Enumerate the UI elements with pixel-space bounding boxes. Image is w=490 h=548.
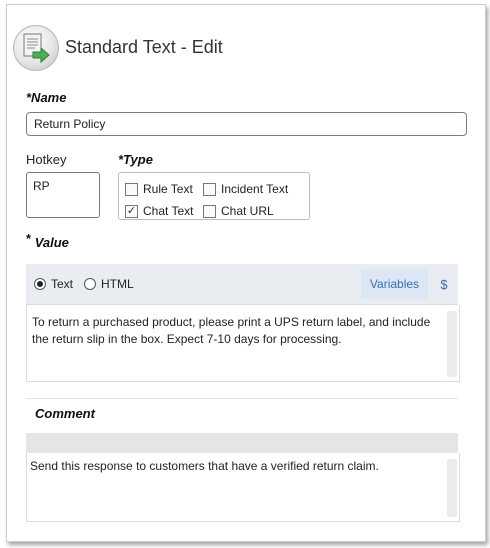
hotkey-input[interactable]: RP <box>26 172 100 218</box>
value-textarea[interactable]: To return a purchased product, please pr… <box>26 305 460 382</box>
checkbox[interactable] <box>125 182 138 196</box>
radio-label: Text <box>51 277 74 291</box>
dollar-button[interactable]: $ <box>433 269 455 299</box>
value-scrollbar[interactable] <box>447 311 457 377</box>
name-label: *Name <box>26 90 67 105</box>
radio[interactable] <box>84 278 96 290</box>
type-option-chat-text[interactable]: ✓ Chat Text <box>125 204 193 218</box>
document-arrow-icon <box>13 25 59 71</box>
value-label-text: Value <box>34 235 69 250</box>
required-star: * <box>26 231 32 246</box>
value-text: To return a purchased product, please pr… <box>32 315 431 346</box>
value-label: * Value <box>26 231 69 250</box>
radio-label: HTML <box>101 277 134 291</box>
checkbox[interactable] <box>203 204 216 218</box>
checkbox-checked[interactable]: ✓ <box>125 204 138 218</box>
format-radio-text[interactable]: Text <box>34 277 73 291</box>
checkbox-label: Incident Text <box>221 182 289 196</box>
comment-textarea[interactable]: Send this response to customers that hav… <box>26 453 460 522</box>
type-label: *Type <box>118 152 153 167</box>
checkbox-label: Rule Text <box>143 182 193 196</box>
type-option-rule-text[interactable]: Rule Text <box>125 182 193 196</box>
comment-toolbar <box>26 433 458 453</box>
page-title: Standard Text - Edit <box>65 37 223 57</box>
radio-selected[interactable] <box>34 278 46 290</box>
format-radio-html[interactable]: HTML <box>84 277 134 291</box>
checkbox[interactable] <box>203 182 216 196</box>
name-input[interactable]: Return Policy <box>26 112 467 136</box>
divider <box>26 398 458 399</box>
hotkey-label: Hotkey <box>26 152 67 167</box>
standard-text-edit-panel: Standard Text - Edit *Name Return Policy… <box>6 4 486 542</box>
type-checkbox-group: Rule Text Incident Text ✓ Chat Text Chat… <box>118 172 310 220</box>
value-toolbar: Text HTML Variables $ <box>26 264 458 305</box>
variables-button[interactable]: Variables <box>361 269 428 299</box>
checkbox-label: Chat URL <box>221 204 274 218</box>
comment-text: Send this response to customers that hav… <box>30 459 379 473</box>
type-option-chat-url[interactable]: Chat URL <box>203 204 274 218</box>
comment-scrollbar[interactable] <box>447 459 457 517</box>
checkbox-label: Chat Text <box>143 204 194 218</box>
type-option-incident-text[interactable]: Incident Text <box>203 182 288 196</box>
comment-label: Comment <box>35 406 95 421</box>
